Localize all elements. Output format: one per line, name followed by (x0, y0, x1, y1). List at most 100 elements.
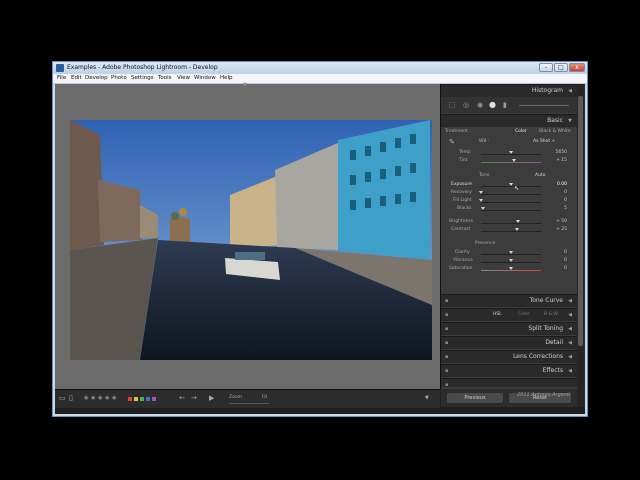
color-label-green[interactable] (140, 397, 144, 401)
clarity-slider-thumb[interactable] (509, 251, 513, 254)
blacks-slider-track[interactable] (481, 210, 541, 211)
top-panel-collapse-icon[interactable]: ▼ (243, 82, 247, 88)
brightness-slider-track[interactable] (481, 223, 541, 224)
spot-removal-icon[interactable]: ◎ (463, 101, 469, 109)
hsl-header[interactable]: ▪ HSL Color B & W ◀ (441, 308, 577, 321)
adjustment-brush-icon[interactable]: ▮ (503, 101, 507, 109)
white-balance-picker-icon[interactable]: ✎ (449, 138, 455, 146)
vibrance-slider-thumb[interactable] (509, 259, 513, 262)
treatment-color-option[interactable]: Color (515, 129, 527, 135)
exposure-slider-track[interactable] (481, 186, 541, 187)
filllight-value[interactable]: 0 (547, 198, 567, 204)
photo-canal-image[interactable] (70, 120, 432, 360)
rating-star[interactable]: ★ (83, 394, 89, 402)
panel-scrollbar[interactable] (577, 84, 585, 407)
detail-header[interactable]: ▪ Detail ◀ (441, 336, 577, 349)
zoom-value[interactable]: Fit (262, 395, 267, 401)
menu-view[interactable]: View (177, 74, 190, 83)
tint-slider-track[interactable] (481, 162, 541, 163)
crop-tool-icon[interactable]: ⬚ (449, 101, 456, 109)
clarity-slider-track[interactable] (481, 254, 541, 255)
menu-settings[interactable]: Settings (131, 74, 154, 83)
histogram-header[interactable]: Histogram ◀ (441, 84, 577, 97)
treatment-bw-option[interactable]: Black & White (539, 129, 571, 135)
filllight-slider-track[interactable] (481, 202, 541, 203)
color-label-yellow[interactable] (134, 397, 138, 401)
contrast-slider-track[interactable] (481, 231, 541, 232)
previous-photo-icon[interactable]: ← (179, 394, 185, 402)
rating-star[interactable]: ★ (104, 394, 110, 402)
panel-scrollbar-thumb[interactable] (578, 96, 583, 346)
graduated-filter-icon[interactable]: ● (489, 100, 496, 109)
menu-window[interactable]: Window (194, 74, 216, 83)
vibrance-value[interactable]: 0 (547, 258, 567, 264)
minimize-button[interactable]: - (539, 63, 553, 72)
panel-switch-icon[interactable]: ▪ (445, 337, 448, 349)
tint-slider-thumb[interactable] (512, 159, 516, 162)
panel-switch-icon[interactable]: ▪ (445, 295, 448, 307)
saturation-slider-thumb[interactable] (509, 267, 513, 270)
tool-slider[interactable] (519, 105, 569, 106)
brightness-value[interactable]: + 50 (547, 219, 567, 225)
wb-dropdown[interactable]: As Shot ÷ (533, 139, 555, 145)
panel-switch-icon[interactable]: ▪ (445, 365, 448, 377)
crop-icon[interactable]: ▭ (59, 394, 66, 402)
contrast-value[interactable]: + 25 (547, 227, 567, 233)
play-slideshow-icon[interactable]: ▶ (209, 394, 214, 402)
brightness-slider-thumb[interactable] (516, 220, 520, 223)
menu-develop[interactable]: Develop (85, 74, 108, 83)
clarity-value[interactable]: 0 (547, 250, 567, 256)
temp-slider-thumb[interactable] (509, 151, 513, 154)
title-bar[interactable]: Examples - Adobe Photoshop Lightroom - D… (53, 62, 587, 74)
recovery-value[interactable]: 0 (547, 190, 567, 196)
recovery-slider-thumb[interactable] (479, 191, 483, 194)
menu-photo[interactable]: Photo (111, 74, 127, 83)
blacks-value[interactable]: 5 (547, 206, 567, 212)
tone-auto-button[interactable]: Auto (535, 173, 545, 179)
tone-curve-header[interactable]: ▪ Tone Curve ◀ (441, 294, 577, 307)
close-button[interactable]: x (569, 63, 585, 72)
tint-value[interactable]: + 15 (547, 158, 567, 164)
previous-button[interactable]: Previous (447, 393, 503, 403)
temp-value[interactable]: 5650 (547, 150, 567, 156)
basic-panel-header[interactable]: Basic ▼ (441, 114, 577, 127)
color-label-blue[interactable] (146, 397, 150, 401)
lens-corrections-header[interactable]: ▪ Lens Corrections ◀ (441, 350, 577, 363)
split-toning-header[interactable]: ▪ Split Toning ◀ (441, 322, 577, 335)
rating-star[interactable]: ★ (111, 394, 117, 402)
next-panel-header[interactable]: ▪ (441, 378, 577, 388)
compare-icon[interactable]: ▯ (69, 394, 73, 402)
image-viewer[interactable]: ▼ (55, 82, 441, 389)
panel-switch-icon[interactable]: ▪ (445, 323, 448, 335)
panel-switch-icon[interactable]: ▪ (445, 351, 448, 363)
filllight-slider-thumb[interactable] (479, 199, 483, 202)
rating-star[interactable]: ★ (90, 394, 96, 402)
contrast-slider-thumb[interactable] (515, 228, 519, 231)
color-label-red[interactable] (128, 397, 132, 401)
panel-switch-icon[interactable]: ▪ (445, 309, 448, 321)
exposure-slider-thumb[interactable] (509, 183, 513, 186)
exposure-value[interactable]: 0.00 (547, 182, 567, 188)
rating-star[interactable]: ★ (97, 394, 103, 402)
lightroom-app-icon (56, 64, 64, 72)
effects-header[interactable]: ▪ Effects ◀ (441, 364, 577, 377)
menu-help[interactable]: Help (220, 74, 233, 83)
color-label-purple[interactable] (152, 397, 156, 401)
red-eye-icon[interactable]: ◉ (477, 101, 483, 109)
saturation-slider-track[interactable] (481, 270, 541, 271)
menu-tools[interactable]: Tools (158, 74, 172, 83)
zoom-slider[interactable] (229, 403, 269, 404)
hsl-tab[interactable]: HSL (493, 312, 502, 318)
saturation-value[interactable]: 0 (547, 266, 567, 272)
temp-slider-track[interactable] (481, 154, 541, 155)
menu-file[interactable]: File (57, 74, 66, 83)
vibrance-slider-track[interactable] (481, 262, 541, 263)
toolbar-menu-icon[interactable]: ▼ (425, 394, 429, 402)
recovery-slider-track[interactable] (481, 194, 541, 195)
blacks-slider-thumb[interactable] (481, 207, 485, 210)
bw-tab[interactable]: B & W (544, 312, 558, 318)
color-tab[interactable]: Color (518, 312, 530, 318)
menu-edit[interactable]: Edit (71, 74, 82, 83)
next-photo-icon[interactable]: → (191, 394, 197, 402)
maximize-button[interactable]: □ (554, 63, 568, 72)
